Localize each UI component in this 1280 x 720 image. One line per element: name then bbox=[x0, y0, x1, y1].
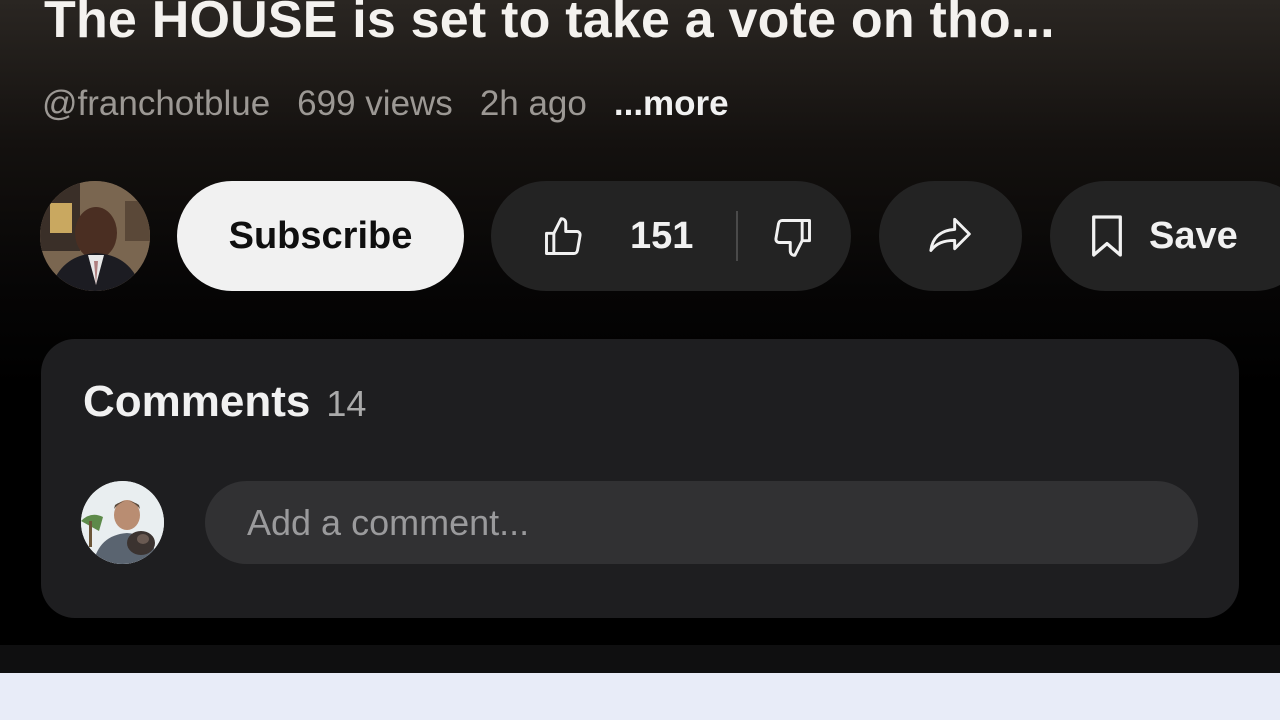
like-divider bbox=[736, 211, 738, 261]
thumbs-up-icon[interactable] bbox=[541, 215, 585, 264]
upload-age: 2h ago bbox=[479, 84, 587, 123]
share-arrow-icon bbox=[927, 212, 975, 261]
subscribe-button[interactable]: Subscribe bbox=[177, 181, 464, 291]
share-button[interactable] bbox=[879, 181, 1022, 291]
comments-card[interactable]: Comments 14 Add a comment... bbox=[41, 339, 1239, 618]
thumbs-down-icon[interactable] bbox=[771, 215, 815, 264]
bottom-divider bbox=[0, 645, 1280, 673]
channel-avatar[interactable] bbox=[40, 181, 150, 291]
comments-title: Comments bbox=[83, 377, 311, 426]
view-count: 699 views bbox=[297, 84, 453, 123]
save-button[interactable]: Save bbox=[1050, 181, 1280, 291]
user-avatar[interactable] bbox=[81, 481, 164, 564]
video-meta: @franchotblue 699 views 2h ago ...more bbox=[42, 84, 729, 124]
action-bar: Subscribe 151 Save bbox=[0, 181, 1280, 291]
bookmark-icon bbox=[1088, 213, 1126, 264]
comments-count: 14 bbox=[326, 383, 367, 424]
more-link[interactable]: ...more bbox=[614, 84, 729, 124]
video-title[interactable]: The HOUSE is set to take a vote on tho..… bbox=[44, 0, 1055, 50]
save-label: Save bbox=[1149, 214, 1238, 257]
like-count: 151 bbox=[630, 214, 694, 257]
comments-header: Comments 14 bbox=[83, 377, 366, 427]
channel-handle[interactable]: @franchotblue bbox=[42, 84, 270, 124]
bottom-bar bbox=[0, 673, 1280, 720]
comment-input[interactable]: Add a comment... bbox=[205, 481, 1198, 564]
like-dislike-pill: 151 bbox=[491, 181, 851, 291]
